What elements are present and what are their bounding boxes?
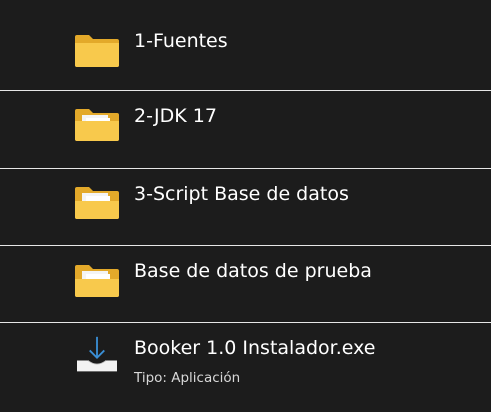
installer-icon	[77, 336, 117, 372]
file-item-3-script-base-de-datos[interactable]: 3-Script Base de datos	[0, 169, 491, 246]
file-item-label: 1-Fuentes	[134, 30, 228, 52]
file-item-1-fuentes[interactable]: 1-Fuentes	[0, 4, 491, 81]
file-item-label: 3-Script Base de datos	[134, 183, 349, 205]
file-list: 1-Fuentes 2-JDK 17 3-Script Base de dato…	[0, 0, 491, 412]
folder-with-documents-icon	[75, 187, 119, 219]
file-item-base-de-datos-de-prueba[interactable]: Base de datos de prueba	[0, 246, 491, 323]
file-item-label: Booker 1.0 Instalador.exe	[134, 337, 376, 359]
file-type-label: Tipo: Aplicación	[134, 370, 241, 386]
file-item-2-jdk-17[interactable]: 2-JDK 17	[0, 91, 491, 168]
file-item-label: Base de datos de prueba	[134, 260, 372, 282]
folder-with-documents-icon	[75, 109, 119, 141]
folder-with-documents-icon	[75, 265, 119, 297]
folder-icon	[75, 35, 119, 67]
file-item-label: 2-JDK 17	[134, 105, 217, 127]
file-item-booker-instalador[interactable]: Booker 1.0 Instalador.exe Tipo: Aplicaci…	[0, 323, 491, 412]
